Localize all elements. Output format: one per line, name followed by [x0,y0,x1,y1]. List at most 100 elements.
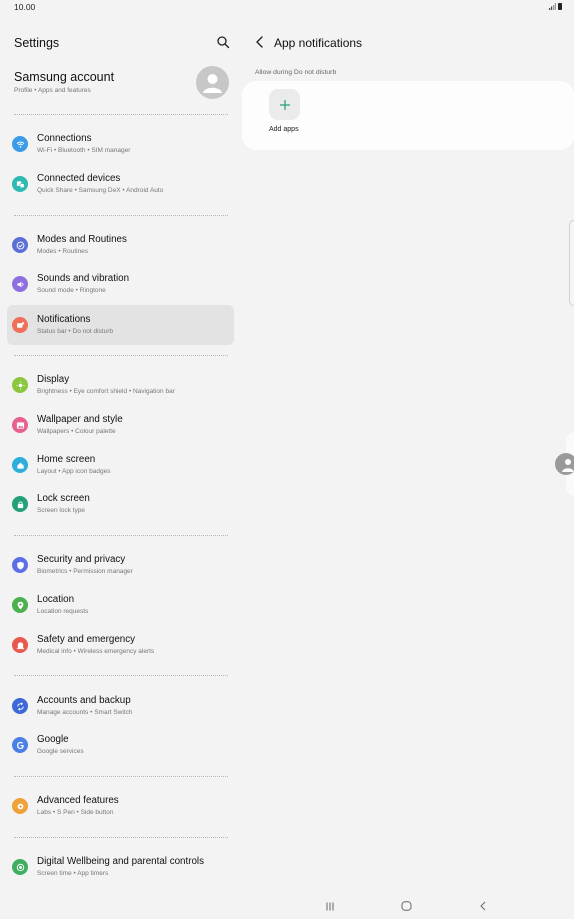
samsung-account[interactable]: Samsung account Profile • Apps and featu… [14,70,114,94]
settings-item-subtitle: Manage accounts • Smart Switch [37,709,133,716]
google-icon [12,737,28,753]
settings-item-subtitle: Wallpapers • Colour palette [37,428,116,435]
home-nav-icon [401,901,411,911]
settings-item-title: Lock screen [37,493,90,504]
section-divider [14,535,228,536]
settings-item-home-screen[interactable]: Home screen Layout • App icon badges [7,445,234,485]
settings-item-subtitle: Quick Share • Samsung DeX • Android Auto [37,187,164,194]
system-icons [549,3,562,10]
settings-item-subtitle: Sound mode • Ringtone [37,287,106,294]
signal-icon [549,3,556,10]
wifi-icon [12,136,28,152]
gear-plus-icon [12,798,28,814]
settings-item-subtitle: Screen time • App timers [37,870,109,877]
settings-item-title: Security and privacy [37,554,126,565]
floating-avatar-button[interactable] [555,453,574,475]
speaker-icon [12,276,28,292]
recents-icon [326,902,334,910]
settings-item-subtitle: Biometrics • Permission manager [37,568,133,575]
settings-item-subtitle: Location requests [37,608,89,615]
status-bar: 10.00 [0,0,574,16]
settings-item-lock-screen[interactable]: Lock screen Screen lock type [7,484,234,524]
settings-item-advanced-features[interactable]: Advanced features Labs • S Pen • Side but… [7,786,234,826]
back-nav-icon [480,901,486,911]
app-notifications-title: App notifications [274,36,363,50]
sync-icon [12,698,28,714]
settings-item-title: Connections [37,133,92,144]
plus-icon [279,99,290,110]
settings-item-subtitle: Wi-Fi • Bluetooth • SIM manager [37,147,131,154]
section-divider [14,837,228,838]
settings-pane: Settings Samsung account Profile • Apps … [0,16,240,896]
notification-icon [12,317,28,333]
home-button[interactable] [399,900,413,912]
settings-item-modes-and-routines[interactable]: Modes and Routines Modes • Routines [7,225,234,265]
page-title: Settings [14,36,60,50]
settings-item-subtitle: Google services [37,748,84,755]
lock-icon [12,496,28,512]
allowed-apps-card: Add apps [242,81,574,150]
settings-item-subtitle: Brightness • Eye comfort shield • Naviga… [37,388,175,395]
emergency-icon [12,637,28,653]
account-subtitle: Profile • Apps and features [14,87,91,94]
back-icon[interactable] [254,35,266,49]
settings-item-google[interactable]: Google Google services [7,725,234,765]
section-divider [14,215,228,216]
avatar[interactable] [196,66,229,99]
settings-item-subtitle: Labs • S Pen • Side button [37,809,114,816]
settings-item-safety-and-emergency[interactable]: Safety and emergency Medical info • Wirel… [7,625,234,665]
shield-icon [12,557,28,573]
app-notifications-pane: App notifications Allow during Do not di… [242,16,574,896]
settings-item-connections[interactable]: Connections Wi-Fi • Bluetooth • SIM manag… [7,124,234,164]
settings-item-title: Home screen [37,454,96,465]
section-divider [14,776,228,777]
person-icon [562,459,574,472]
settings-item-title: Safety and emergency [37,634,136,645]
settings-item-title: Sounds and vibration [37,273,130,284]
section-divider [14,355,228,356]
add-apps-label: Add apps [269,126,299,133]
section-label: Allow during Do not disturb [255,69,337,76]
search-icon[interactable] [216,35,230,49]
sun-icon [12,377,28,393]
section-divider [14,114,228,115]
settings-item-accounts-and-backup[interactable]: Accounts and backup Manage accounts • Sma… [7,686,234,726]
image-icon [12,417,28,433]
settings-item-title: Wallpaper and style [37,414,123,425]
settings-item-subtitle: Screen lock type [37,507,86,514]
settings-item-title: Notifications [37,314,91,325]
settings-item-title: Digital Wellbeing and parental controls [37,856,205,867]
settings-item-title: Location [37,594,75,605]
wellbeing-icon [12,859,28,875]
location-icon [12,597,28,613]
settings-item-connected-devices[interactable]: Connected devices Quick Share • Samsung D… [7,164,234,204]
settings-item-wallpaper-and-style[interactable]: Wallpaper and style Wallpapers • Colour p… [7,405,234,445]
settings-item-digital-wellbeing-and-parental-controls[interactable]: Digital Wellbeing and parental controls S… [7,847,234,887]
settings-item-location[interactable]: Location Location requests [7,585,234,625]
recents-button[interactable] [323,900,337,912]
account-name: Samsung account [14,70,115,84]
settings-item-security-and-privacy[interactable]: Security and privacy Biometrics • Permiss… [7,545,234,585]
settings-item-title: Advanced features [37,795,119,806]
edge-panel-handle[interactable] [569,220,574,306]
settings-item-title: Google [37,734,69,745]
back-button[interactable] [476,900,490,912]
settings-item-notifications[interactable]: Notifications Status bar • Do not disturb [7,305,234,345]
settings-item-title: Connected devices [37,173,121,184]
settings-item-title: Modes and Routines [37,234,127,245]
settings-item-sounds-and-vibration[interactable]: Sounds and vibration Sound mode • Rington… [7,264,234,304]
connected-devices-icon [12,176,28,192]
person-icon [203,74,222,93]
settings-item-title: Display [37,374,70,385]
navigation-bar [0,896,574,919]
settings-item-subtitle: Medical info • Wireless emergency alerts [37,648,155,655]
status-time: 10.00 [14,2,36,12]
settings-item-subtitle: Modes • Routines [37,248,89,255]
settings-item-display[interactable]: Display Brightness • Eye comfort shield •… [7,365,234,405]
add-apps-button[interactable] [269,89,300,120]
battery-icon [558,3,562,10]
section-divider [14,675,228,676]
check-circle-icon [12,237,28,253]
settings-item-subtitle: Status bar • Do not disturb [37,328,113,335]
settings-item-title: Accounts and backup [37,695,131,706]
